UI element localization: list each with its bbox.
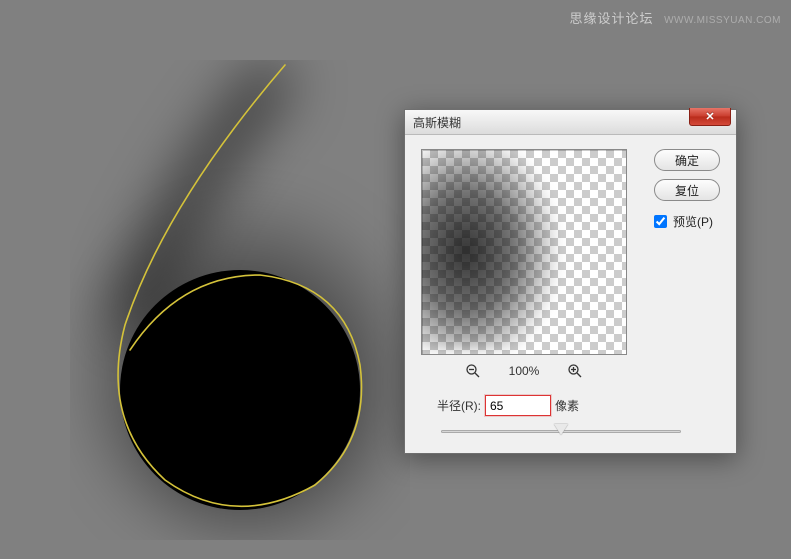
watermark-main: 思缘设计论坛 [569, 11, 653, 26]
dialog-body: 100% 半径(R): 像素 确定 复位 预览(P) [405, 135, 736, 453]
preview-thumbnail[interactable] [421, 149, 627, 355]
watermark: 思缘设计论坛 WWW.MISSYUAN.COM [569, 8, 781, 27]
ok-button-label: 确定 [675, 152, 699, 169]
preview-content [421, 149, 562, 350]
slider-thumb[interactable] [554, 424, 568, 435]
radius-slider[interactable] [441, 426, 681, 438]
zoom-out-icon[interactable] [465, 363, 481, 379]
dialog-titlebar[interactable]: 高斯模糊 ✕ [405, 110, 736, 135]
reset-button[interactable]: 复位 [654, 179, 720, 201]
radius-label: 半径(R): [437, 397, 481, 414]
gaussian-blur-dialog: 高斯模糊 ✕ 100% 半径(R): 像素 [404, 109, 737, 454]
ok-button[interactable]: 确定 [654, 149, 720, 171]
preview-checkbox-label: 预览(P) [673, 213, 713, 230]
dialog-side-buttons: 确定 复位 预览(P) [654, 149, 720, 230]
radius-unit: 像素 [555, 397, 579, 414]
radius-row: 半径(R): 像素 [437, 395, 720, 416]
preview-checkbox-row[interactable]: 预览(P) [654, 213, 720, 230]
zoom-controls: 100% [421, 363, 627, 379]
radius-input[interactable] [485, 395, 551, 416]
watermark-sub: WWW.MISSYUAN.COM [664, 15, 781, 26]
zoom-in-icon[interactable] [567, 363, 583, 379]
close-icon: ✕ [705, 110, 714, 123]
preview-checkbox[interactable] [654, 215, 667, 228]
close-button[interactable]: ✕ [689, 108, 731, 126]
reset-button-label: 复位 [675, 182, 699, 199]
zoom-level-label: 100% [509, 364, 540, 378]
dialog-title: 高斯模糊 [413, 114, 461, 131]
canvas-artwork [70, 60, 410, 540]
